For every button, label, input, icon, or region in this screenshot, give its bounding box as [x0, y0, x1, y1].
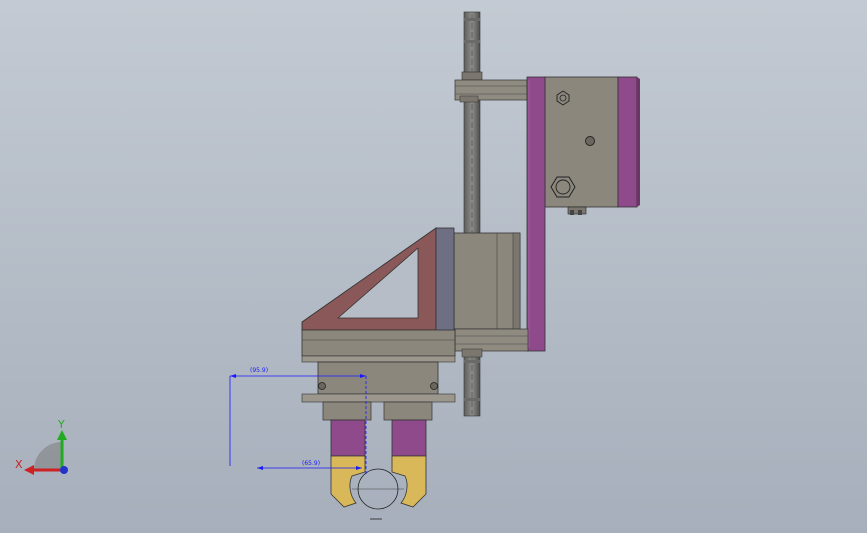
z-axis-icon [60, 466, 68, 474]
coordinate-triad[interactable]: Y X [15, 418, 68, 475]
cad-viewport[interactable]: (95.9) (65.9) Y X [0, 0, 867, 533]
gripper-jaw-right [383, 401, 433, 508]
bolt-hole-icon [585, 136, 595, 146]
linear-bearing-block [453, 232, 521, 330]
y-axis-arrow-icon [57, 430, 67, 440]
dimension-bottom-label: (65.9) [302, 460, 320, 467]
bottom-screw-icon [567, 206, 587, 215]
screw-right-icon [430, 382, 438, 390]
gripper-body [301, 329, 456, 403]
triangular-bracket [301, 227, 455, 333]
gripper-jaw-left [322, 401, 372, 508]
lower-rod-clamp [454, 328, 529, 358]
x-axis-label: X [15, 458, 23, 471]
x-axis-arrow-icon [24, 465, 34, 475]
dimension-top-label: (95.9) [250, 367, 268, 374]
upper-mount-block [544, 76, 640, 215]
vertical-purple-plate [526, 76, 546, 352]
top-rod-clamp [454, 71, 528, 103]
screw-left-icon [318, 382, 326, 390]
assembly-drawing: (95.9) (65.9) Y X [15, 11, 640, 520]
gripped-part-outline [352, 468, 404, 520]
y-axis-label: Y [57, 418, 65, 431]
